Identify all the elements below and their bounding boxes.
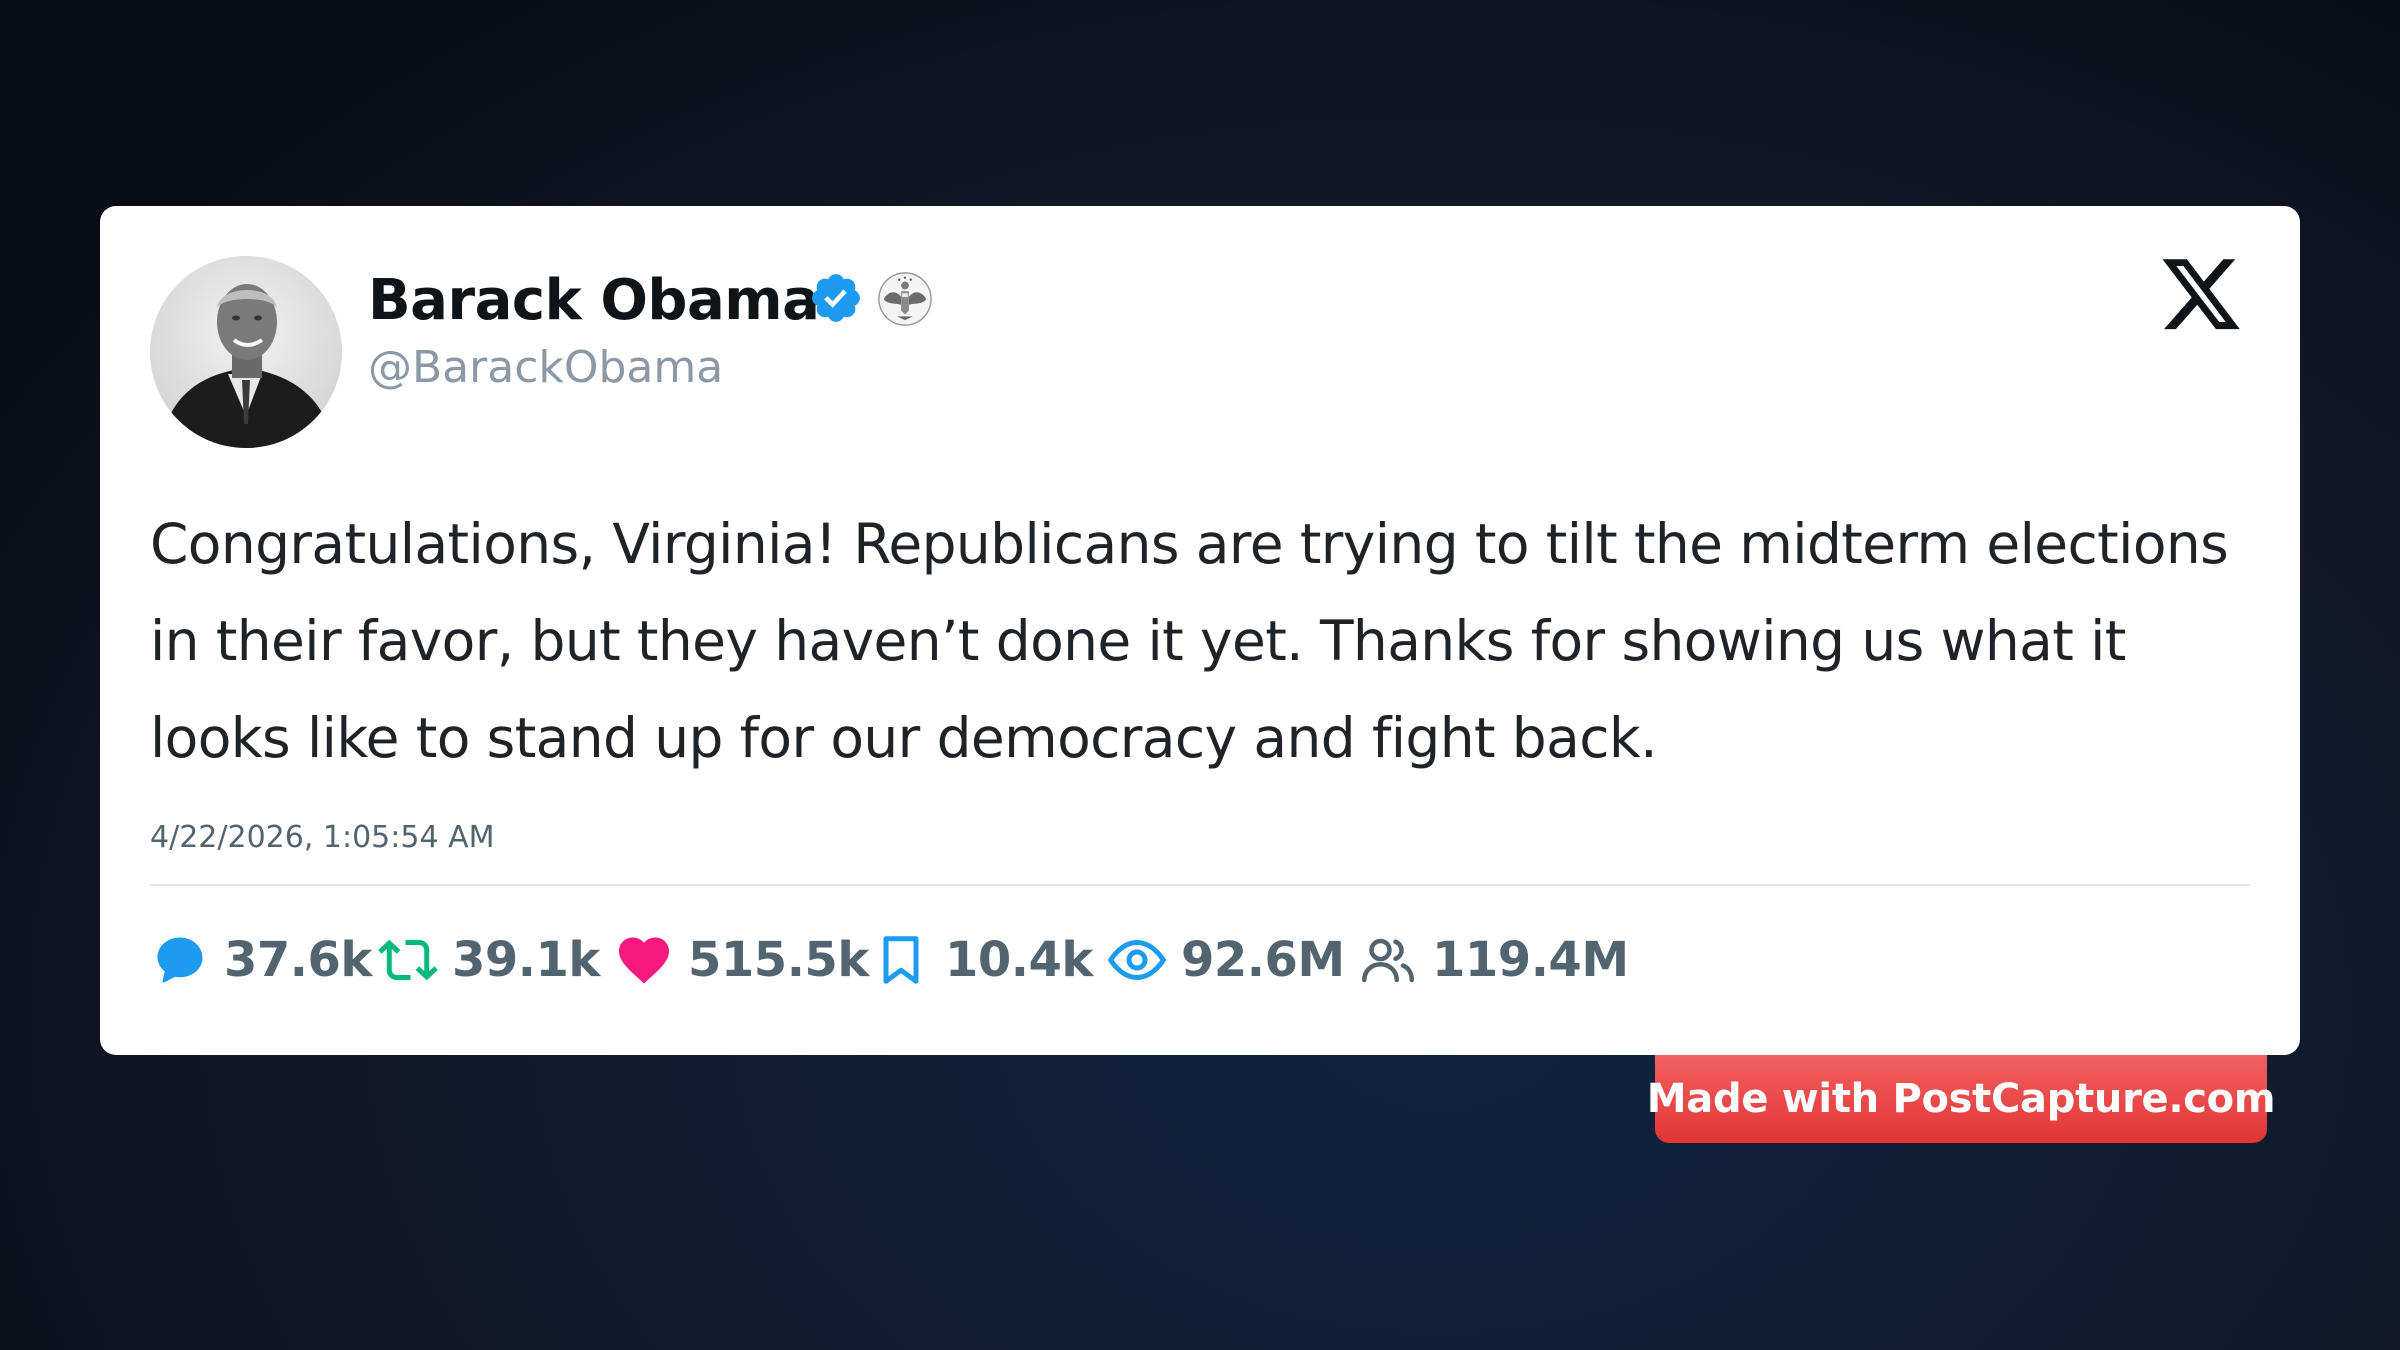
bookmark-icon	[883, 936, 919, 984]
views-stat[interactable]: 92.6M	[1107, 924, 1345, 996]
avatar[interactable]	[150, 256, 342, 448]
reply-count: 37.6k	[224, 932, 372, 988]
tweet-timestamp[interactable]: 4/22/2026, 1:05:54 AM	[150, 820, 495, 855]
like-stat[interactable]: 515.5k	[614, 924, 869, 996]
followers-stat[interactable]: 119.4M	[1358, 924, 1629, 996]
retweet-stat[interactable]: 39.1k	[378, 924, 600, 996]
views-count: 92.6M	[1181, 932, 1345, 988]
engagement-stats: 37.6k 39.1k 515.5k 10.4k 92.6M 119.4M	[150, 924, 2250, 996]
bookmark-count: 10.4k	[945, 932, 1093, 988]
author-handle[interactable]: @BarackObama	[368, 342, 723, 393]
presidential-seal-icon	[878, 272, 932, 326]
divider	[150, 884, 2250, 886]
like-count: 515.5k	[688, 932, 869, 988]
avatar-photo	[150, 256, 342, 448]
followers-icon	[1362, 938, 1414, 983]
followers-count: 119.4M	[1432, 932, 1629, 988]
eye-icon	[1107, 939, 1167, 981]
x-logo-icon	[2162, 259, 2240, 330]
bookmark-stat[interactable]: 10.4k	[871, 924, 1093, 996]
reply-icon	[157, 937, 203, 983]
retweet-icon	[378, 939, 438, 981]
heart-icon	[619, 937, 669, 984]
postcapture-watermark[interactable]: Made with PostCapture.com	[1647, 1055, 2276, 1143]
reply-stat[interactable]: 37.6k	[150, 924, 372, 996]
tweet-card: Barack Obama @BarackObama Congratulation…	[100, 206, 2300, 1055]
author-name[interactable]: Barack Obama	[368, 268, 820, 333]
verified-badge-icon	[812, 274, 860, 322]
tweet-text: Congratulations, Virginia! Republicans a…	[150, 512, 2229, 770]
retweet-count: 39.1k	[452, 932, 600, 988]
